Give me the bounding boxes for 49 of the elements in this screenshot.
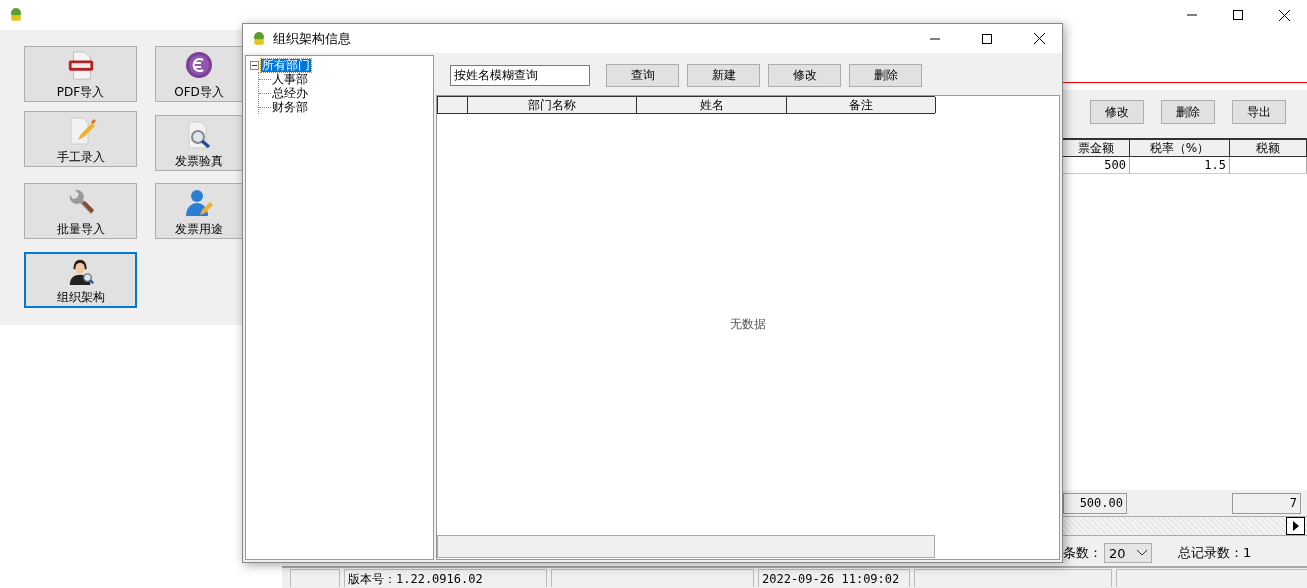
collapse-icon[interactable] — [250, 60, 259, 70]
tool-button[interactable]: 手工录入 — [24, 111, 137, 167]
page-size-select[interactable]: 20 — [1104, 543, 1152, 563]
total-field: 500.00 — [1063, 493, 1127, 514]
status-cell — [290, 569, 340, 587]
tree-item[interactable]: 财务部 — [271, 100, 309, 114]
column-header[interactable]: 姓名 — [637, 97, 787, 113]
record-count: 总记录数：1 — [1178, 544, 1252, 562]
person-pencil-icon — [184, 188, 214, 218]
dialog-button[interactable]: 新建 — [687, 63, 760, 87]
right-triangle-icon — [1292, 521, 1299, 531]
empty-message: 无数据 — [730, 316, 766, 333]
table-cell: 1.5 — [1130, 157, 1230, 174]
horizontal-scrollbar[interactable] — [1063, 516, 1307, 536]
app-logo-icon — [8, 7, 24, 23]
action-button[interactable]: 删除 — [1161, 100, 1215, 124]
total-field: 7 — [1232, 493, 1301, 514]
scroll-right-button[interactable] — [1286, 517, 1305, 535]
chevron-down-icon — [1137, 550, 1147, 556]
tree-item[interactable]: 所有部门 — [261, 58, 311, 72]
tool-button[interactable]: PDF导入 — [24, 46, 137, 102]
dialog-button[interactable]: 查询 — [606, 63, 679, 87]
column-header[interactable]: 票金额 — [1063, 140, 1130, 157]
tree-item[interactable]: 人事部 — [271, 72, 309, 86]
dialog-button[interactable]: 修改 — [768, 63, 841, 87]
column-header[interactable]: 备注 — [787, 97, 936, 113]
close-icon[interactable] — [1278, 9, 1290, 21]
action-button[interactable]: 修改 — [1090, 100, 1144, 124]
search-field[interactable]: 按姓名模糊查询 — [450, 64, 590, 86]
column-header[interactable]: 税额 — [1230, 140, 1307, 157]
dialog-title: 组织架构信息 — [273, 29, 351, 48]
column-header[interactable]: 部门名称 — [468, 97, 637, 113]
action-button[interactable]: 导出 — [1232, 100, 1286, 124]
maximize-icon[interactable] — [982, 33, 992, 44]
tool-button[interactable]: 组织架构 — [24, 252, 137, 308]
tree-item[interactable]: 总经办 — [271, 86, 309, 100]
tool-button[interactable]: 发票验真 — [155, 115, 242, 171]
maximize-icon[interactable] — [1233, 10, 1243, 20]
column-header[interactable]: 税率（%） — [1130, 140, 1230, 157]
tool-button[interactable]: 发票用途 — [155, 183, 242, 239]
close-icon[interactable] — [1033, 33, 1045, 44]
euro-coin-icon — [184, 51, 214, 81]
datetime-text: 2022-09-26 11:09:02 — [758, 569, 910, 587]
tool-button[interactable]: OFD导入 — [155, 46, 242, 102]
version-text: 版本号：1.22.0916.02 — [344, 569, 547, 587]
tool-button[interactable]: 批量导入 — [24, 183, 137, 239]
app-logo-icon — [251, 30, 267, 47]
dialog-button[interactable]: 删除 — [849, 63, 922, 87]
page-size-label: 条数： — [1063, 544, 1102, 562]
